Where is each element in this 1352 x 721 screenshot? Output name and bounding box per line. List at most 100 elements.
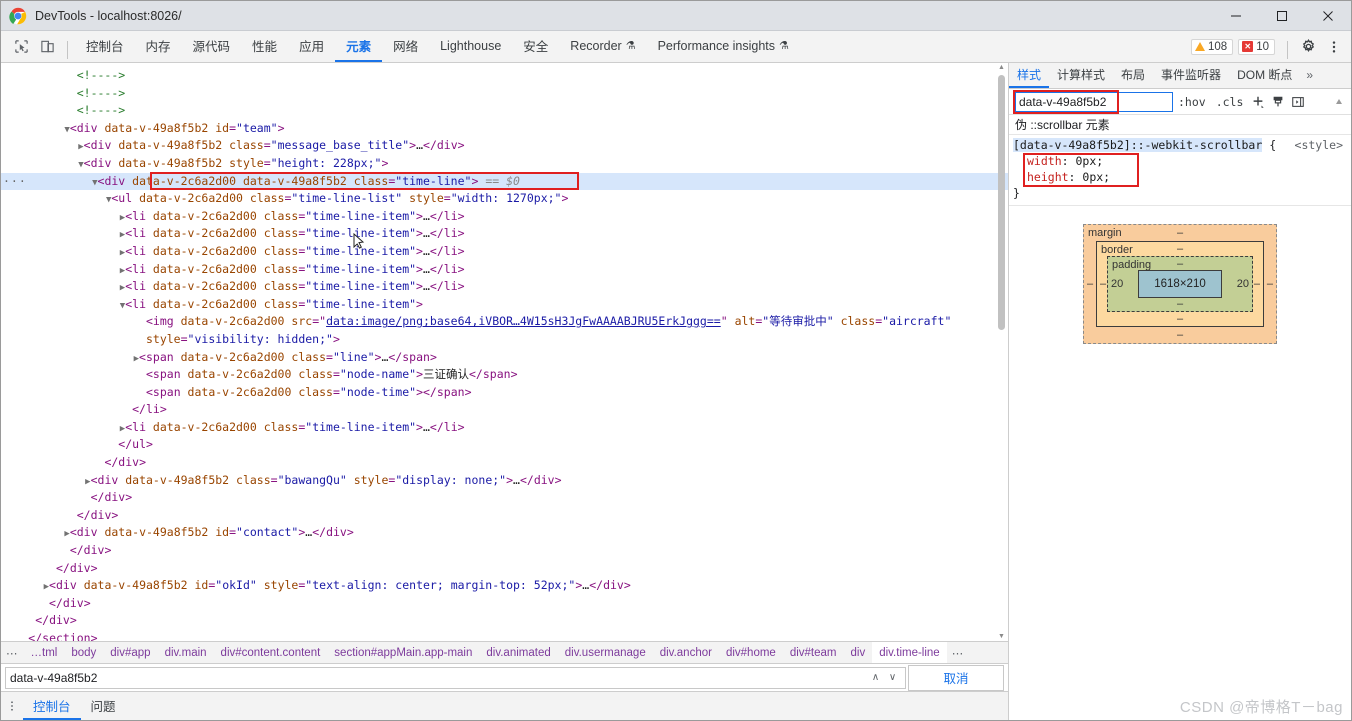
breadcrumb-item-9[interactable]: div#home [719,642,783,663]
panel-tab-1[interactable]: 内存 [135,31,182,62]
dom-tree-row[interactable]: ▶<li data-v-2c6a2d00 class="time-line-it… [1,243,1008,261]
panel-tab-4[interactable]: 应用 [288,31,335,62]
dom-tree-row[interactable]: </div> [1,489,1008,507]
dom-tree-row[interactable]: ▼<ul data-v-2c6a2d00 class="time-line-li… [1,190,1008,208]
inspect-element-icon[interactable] [8,34,34,60]
dom-tree-row[interactable]: </div> [1,560,1008,578]
search-next-button[interactable]: ∨ [884,668,901,688]
breadcrumb-item-3[interactable]: div.main [158,642,214,663]
warning-count-badge[interactable]: 108 [1191,38,1234,55]
style-rule-source[interactable]: <style> [1295,137,1343,153]
search-input[interactable]: data-v-49a8f5b2 ∧ ∨ [5,666,906,689]
padding-left-value[interactable]: 20 [1111,278,1123,290]
dom-tree-row[interactable]: </div> [1,507,1008,525]
dom-tree-row[interactable]: ▶<li data-v-2c6a2d00 class="time-line-it… [1,225,1008,243]
breadcrumb-trailing-overflow[interactable]: ⋯ [947,642,970,663]
dom-tree[interactable]: <!----> <!----> <!----> ▼<div data-v-49a… [1,63,1008,641]
kebab-menu-icon[interactable] [1321,34,1347,60]
dom-tree-row[interactable]: ▶<div data-v-49a8f5b2 class="bawangQu" s… [1,472,1008,490]
padding-right-value[interactable]: 20 [1237,278,1249,290]
styles-tab-0[interactable]: 样式 [1009,63,1050,88]
dom-tree-row[interactable]: </div> [1,454,1008,472]
dom-tree-row[interactable]: ▶<li data-v-2c6a2d00 class="time-line-it… [1,278,1008,296]
search-cancel-button[interactable]: 取消 [908,664,1004,691]
breadcrumb-item-1[interactable]: body [64,642,103,663]
panel-tab-3[interactable]: 性能 [241,31,288,62]
dom-tree-row[interactable]: ▶<li data-v-2c6a2d00 class="time-line-it… [1,419,1008,437]
dom-tree-row[interactable]: style="visibility: hidden;"> [1,331,1008,349]
drawer-tab-0[interactable]: 控制台 [23,692,81,720]
panel-tab-10[interactable]: Performance insights ⚗ [647,31,800,62]
declaration-property[interactable]: height [1013,170,1069,184]
panel-tab-0[interactable]: 控制台 [75,31,135,62]
dom-tree-row[interactable]: ▼<div data-v-49a8f5b2 id="team"> [1,120,1008,138]
close-button[interactable] [1305,1,1351,31]
collapse-panel-icon[interactable] [1288,92,1308,112]
hov-button[interactable]: :hov [1173,95,1211,109]
style-paste-icon[interactable] [1268,92,1288,112]
style-declaration[interactable]: width: 0px; [1013,153,1347,169]
border-right-value[interactable]: – [1254,278,1260,290]
style-rule[interactable]: <style> [data-v-49a8f5b2]::-webkit-scrol… [1009,135,1351,206]
padding-bottom-value[interactable]: – [1108,298,1252,310]
breadcrumb-item-10[interactable]: div#team [783,642,844,663]
border-top-value[interactable]: – [1097,243,1263,255]
dom-token-link[interactable]: data:image/png;base64,iVBOR…4W15sH3JgFwA… [326,314,721,328]
error-count-badge[interactable]: ✕ 10 [1238,38,1275,55]
margin-top-value[interactable]: – [1084,227,1276,239]
panel-tab-9[interactable]: Recorder ⚗ [559,31,646,62]
dom-tree-row[interactable]: <!----> [1,67,1008,85]
panel-tab-7[interactable]: Lighthouse [429,31,512,62]
style-declaration[interactable]: height: 0px; [1013,169,1347,185]
dom-tree-row[interactable]: <!----> [1,85,1008,103]
plus-icon[interactable] [1248,92,1268,112]
minimize-button[interactable] [1213,1,1259,31]
dom-tree-row[interactable]: </ul> [1,436,1008,454]
margin-left-value[interactable]: – [1087,278,1093,290]
box-model-content-size[interactable]: 1618×210 [1138,270,1222,298]
dom-tree-row[interactable]: </section> [1,630,1008,641]
styles-tab-1[interactable]: 计算样式 [1049,63,1113,88]
dom-tree-scrollbar[interactable]: ▲ ▼ [997,63,1006,641]
scroll-down-icon[interactable]: ▼ [997,632,1006,641]
styles-tabs-more-button[interactable]: » [1300,63,1319,88]
dom-tree-row[interactable]: <span data-v-2c6a2d00 class="node-time">… [1,384,1008,402]
breadcrumb-item-6[interactable]: div.animated [479,642,557,663]
dom-tree-row[interactable]: ▼<li data-v-2c6a2d00 class="time-line-it… [1,296,1008,314]
device-toolbar-icon[interactable] [34,34,60,60]
dom-tree-row[interactable]: ▼<div data-v-49a8f5b2 style="height: 228… [1,155,1008,173]
gear-icon[interactable] [1295,34,1321,60]
box-model-padding[interactable]: padding – – 20 20 1618×210 [1107,256,1253,312]
dom-tree-container[interactable]: <!----> <!----> <!----> ▼<div data-v-49a… [1,63,1008,641]
panel-tab-8[interactable]: 安全 [512,31,559,62]
panel-tab-2[interactable]: 源代码 [182,31,242,62]
dom-tree-row[interactable]: <!----> [1,102,1008,120]
dom-tree-row[interactable]: ▶<div data-v-49a8f5b2 id="contact">…</di… [1,524,1008,542]
panel-tab-6[interactable]: 网络 [382,31,429,62]
styles-scroll-up-icon[interactable] [1329,92,1349,112]
breadcrumb-item-11[interactable]: div [844,642,873,663]
dom-tree-row[interactable]: ··· ▼<div data-v-2c6a2d00 data-v-49a8f5b… [1,172,1008,191]
dom-tree-row[interactable]: </div> [1,542,1008,560]
dom-tree-row[interactable]: <img data-v-2c6a2d00 src="data:image/png… [1,313,1008,331]
declaration-value[interactable]: 0px; [1075,154,1103,168]
styles-tab-2[interactable]: 布局 [1113,63,1153,88]
margin-bottom-value[interactable]: – [1084,329,1276,341]
dom-tree-row[interactable]: ▶<div data-v-49a8f5b2 id="okId" style="t… [1,577,1008,595]
dom-tree-row[interactable]: </div> [1,595,1008,613]
breadcrumb-item-2[interactable]: div#app [103,642,157,663]
padding-top-value[interactable]: – [1108,258,1252,270]
breadcrumb-overflow[interactable]: ⋯ [1,642,24,663]
style-rule-selector[interactable]: [data-v-49a8f5b2]::-webkit-scrollbar [1013,138,1263,152]
panel-tab-5[interactable]: 元素 [335,31,383,62]
dom-tree-row[interactable]: ▶<li data-v-2c6a2d00 class="time-line-it… [1,208,1008,226]
box-model-border[interactable]: border – – – – padding – – 20 20 1618×21… [1096,241,1264,327]
scroll-up-icon[interactable]: ▲ [997,63,1006,72]
drawer-kebab-menu-icon[interactable] [1,692,23,720]
border-bottom-value[interactable]: – [1097,313,1263,325]
dom-tree-row[interactable]: ▶<span data-v-2c6a2d00 class="line">…</s… [1,349,1008,367]
breadcrumb-item-4[interactable]: div#content.content [214,642,328,663]
cls-button[interactable]: .cls [1211,95,1249,109]
declaration-value[interactable]: 0px; [1082,170,1110,184]
box-model-margin[interactable]: margin – – – – border – – – – padding – … [1083,224,1277,344]
